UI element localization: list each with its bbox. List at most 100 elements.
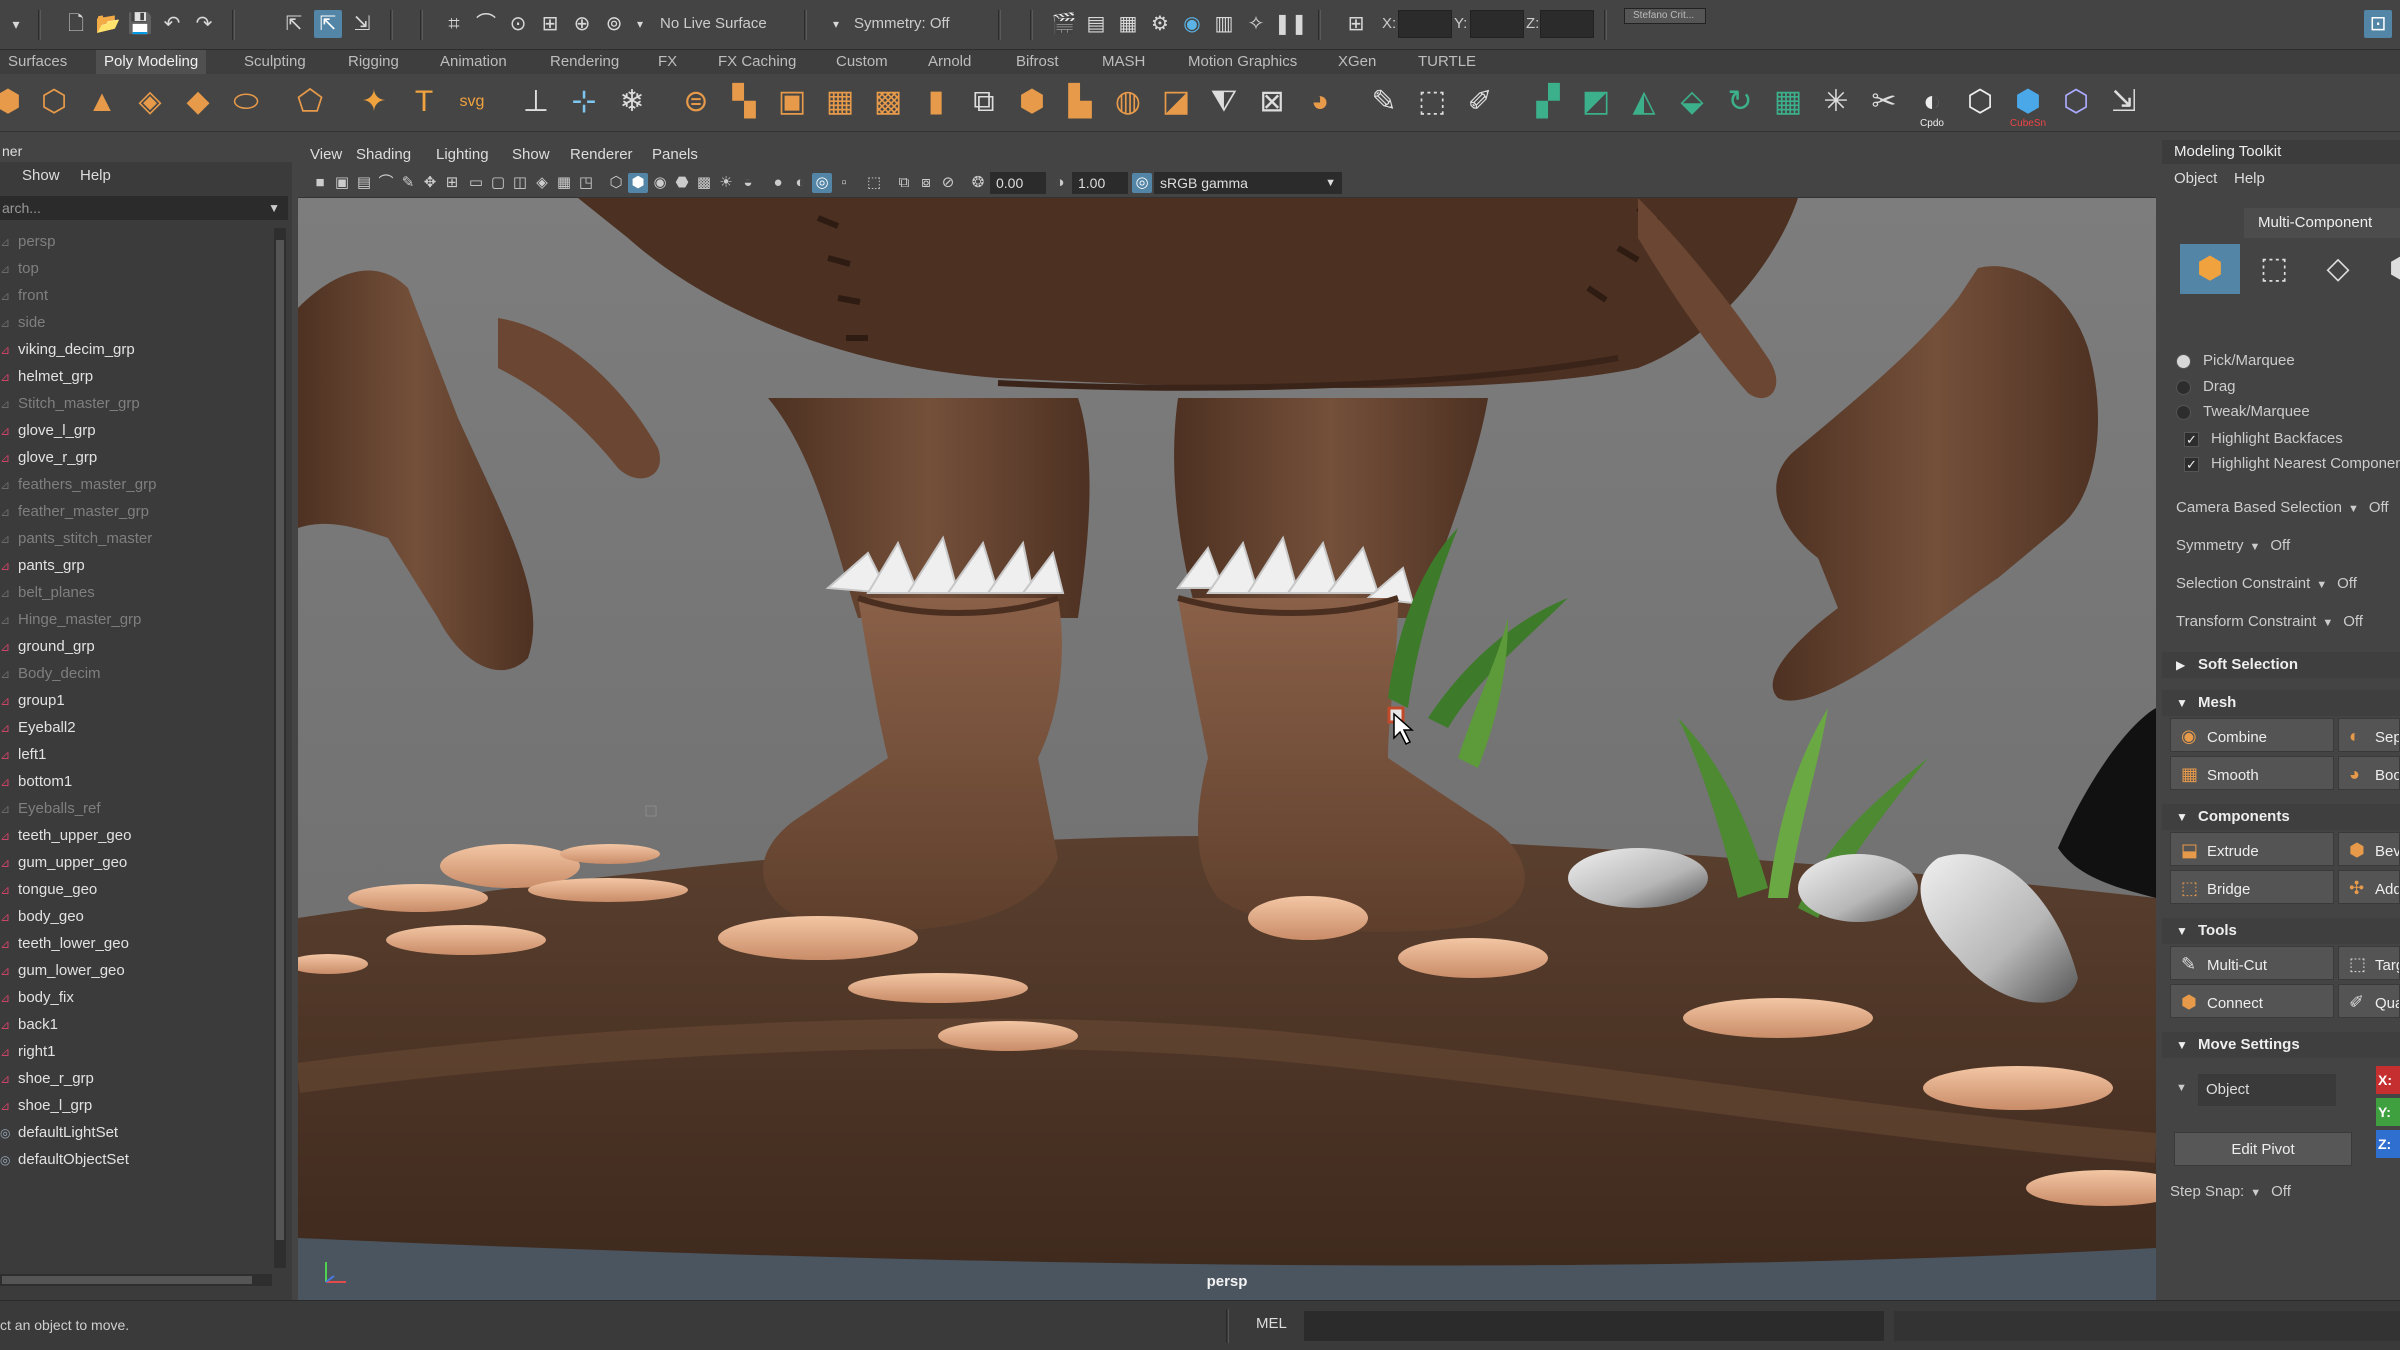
export-icon[interactable]: ⇲ [2104,82,2144,122]
x-field[interactable] [1398,10,1452,38]
chevron-down-icon[interactable]: ▼ [268,196,280,220]
shelf-tab-motion-graphics[interactable]: Motion Graphics [1180,50,1305,74]
cubesn-icon[interactable]: ⬢ CubeSn [2008,82,2048,129]
shelf-tab-rendering[interactable]: Rendering [542,50,627,74]
step-snap-row[interactable]: Step Snap: ▼ Off [2170,1180,2291,1204]
symmetry-dropdown-icon[interactable]: ▾ [822,10,850,38]
cpdo-icon[interactable]: ◐ Cpdo [1912,82,1952,129]
snap-dropdown-icon[interactable]: ▾ [626,10,654,38]
sculpt-freeze-icon[interactable]: ❄ [612,82,652,122]
outliner-item[interactable]: ⊿ teeth_lower_geo [0,930,129,957]
uv-editor-icon[interactable]: ▞ [1528,82,1568,122]
symmetry-label[interactable]: Symmetry: Off [854,10,950,38]
combine-button[interactable]: ◉ Combine [2170,718,2334,752]
svg-tool-icon[interactable]: svg [452,82,492,122]
safe-title-icon[interactable]: ◳ [576,173,596,193]
poly-platonic-icon[interactable]: ⬠ [290,82,330,122]
face-mode-icon[interactable]: ⬢ [2372,244,2400,294]
poly-cone-icon[interactable]: ▲ [82,82,122,122]
outliner-menu-help[interactable]: Help [80,167,111,184]
toolkit-toggle-icon[interactable]: ⊡ [2364,10,2392,38]
shelf-tab-animation[interactable]: Animation [432,50,515,74]
uv-planar-icon[interactable]: ◩ [1576,82,1616,122]
highlight-backfaces-checkbox[interactable]: ✓ Highlight Backfaces [2184,428,2343,450]
viewport-menu-panels[interactable]: Panels [652,146,698,163]
outliner-item[interactable]: ⊿ group1 [0,687,65,714]
two-d-pan-icon[interactable]: ✥ [420,173,440,193]
gamma-icon[interactable]: ◑ [1050,173,1070,193]
color-management-icon[interactable]: ◎ [1132,173,1152,193]
redo-icon[interactable]: ↷ [190,10,218,38]
outliner-item[interactable]: ⊿ body_geo [0,903,84,930]
soft-selection-section[interactable]: ▶ Soft Selection [2162,652,2400,678]
poly-torus-icon[interactable]: ◈ [130,82,170,122]
shelf-tab-arnold[interactable]: Arnold [920,50,979,74]
extrude-button[interactable]: ⬓ Extrude [2170,832,2334,866]
y-axis-label[interactable]: Y: [2376,1098,2400,1126]
color-space-dropdown[interactable]: sRGB gamma ▼ [1154,172,1342,194]
tools-section[interactable]: ▼ Tools [2162,918,2400,944]
shelf-tab-custom[interactable]: Custom [828,50,896,74]
mel-toggle-button[interactable]: MEL [1256,1315,1287,1332]
outliner-item[interactable]: ⊿ glove_r_grp [0,444,97,471]
render-sequence-icon[interactable]: ▤ [1082,10,1110,38]
select-object-icon[interactable]: ⇱ [314,10,342,38]
outliner-item[interactable]: ⊿ right1 [0,1038,56,1065]
select-hierarchy-icon[interactable]: ⇱ [280,10,308,38]
viewport-menu-view[interactable]: View [310,146,342,163]
drag-radio[interactable]: Drag [2176,376,2236,398]
outliner-item[interactable]: ⊿ pants_grp [0,552,85,579]
snap-point-icon[interactable]: ⊙ [504,10,532,38]
outliner-item[interactable]: ⊿ gum_lower_geo [0,957,125,984]
wedge-shelf-icon[interactable]: ⧨ [1204,82,1244,122]
use-all-lights-icon[interactable]: ☀ [716,173,736,193]
target-weld-button[interactable]: ⬚ Target Weld [2338,946,2400,980]
bevel-button[interactable]: ⬢ Bevel [2338,832,2400,866]
shelf-tab-turtle[interactable]: TURTLE [1410,50,1484,74]
mirror-shelf-icon[interactable]: ▮ [916,82,956,122]
viewport-menu-show[interactable]: Show [512,146,550,163]
xray-components-icon[interactable]: ⊘ [938,173,958,193]
new-scene-icon[interactable]: 🗋 [62,10,90,38]
z-axis-label[interactable]: Z: [2376,1130,2400,1158]
move-settings-section[interactable]: ▼ Move Settings [2162,1032,2400,1058]
center-pivot-icon[interactable]: ✳ [1816,82,1856,122]
render-frame-icon[interactable]: 🎬 [1050,10,1078,38]
bevel-shelf-icon[interactable]: ⬢ [1012,82,1052,122]
grid-toggle-icon[interactable]: ⊞ [442,173,462,193]
sculpt-snap-icon[interactable]: ⊹ [564,82,604,122]
outliner-item[interactable]: ⊿ left1 [0,741,46,768]
select-component-icon[interactable]: ⇲ [348,10,376,38]
outliner-item[interactable]: ⊿ helmet_grp [0,363,93,390]
transform-constraint-row[interactable]: Transform Constraint ▼ Off [2176,610,2363,634]
viewport-menu-lighting[interactable]: Lighting [436,146,489,163]
outliner-item[interactable]: ⊿ Eyeballs_ref [0,795,101,822]
outliner-item[interactable]: ⊿ front [0,282,48,309]
shelf-tab-rigging[interactable]: Rigging [340,50,407,74]
uv-layout-icon[interactable]: ▦ [1768,82,1808,122]
chevron-down-icon[interactable]: ▼ [2176,1082,2187,1094]
outliner-item[interactable]: ⊿ side [0,309,46,336]
exposure-field[interactable]: 0.00 [990,172,1046,194]
toolkit-menu-object[interactable]: Object [2174,170,2217,187]
image-plane-icon[interactable]: ⌒ [376,173,396,193]
undo-icon[interactable]: ↶ [158,10,186,38]
shelf-tab-xgen[interactable]: XGen [1330,50,1384,74]
outliner-item[interactable]: ⊿ glove_l_grp [0,417,96,444]
open-scene-icon[interactable]: 📂 [94,10,122,38]
quad-draw-shelf-icon[interactable]: ✐ [1460,82,1500,122]
shelf-tab-bifrost[interactable]: Bifrost [1008,50,1067,74]
outliner-horizontal-scrollbar[interactable] [0,1274,272,1286]
poly-sphere-icon[interactable]: ⬢ [0,82,28,122]
outliner-vertical-scrollbar[interactable] [274,228,286,1268]
object-mode-icon[interactable]: ⬢ [2180,244,2240,294]
outliner-item[interactable]: ⊿ Eyeball2 [0,714,76,741]
target-weld-shelf-icon[interactable]: ⬚ [1412,82,1452,122]
edit-pivot-button[interactable]: Edit Pivot [2174,1132,2352,1166]
xray-joints-icon[interactable]: ⧇ [916,173,936,193]
uv-cylindrical-icon[interactable]: ◭ [1624,82,1664,122]
shelf-tab-fx-caching[interactable]: FX Caching [710,50,804,74]
shadows-icon[interactable]: ◒ [738,173,758,193]
light-editor-icon[interactable]: ✧ [1242,10,1270,38]
wireframe-icon[interactable]: ⬡ [606,173,626,193]
